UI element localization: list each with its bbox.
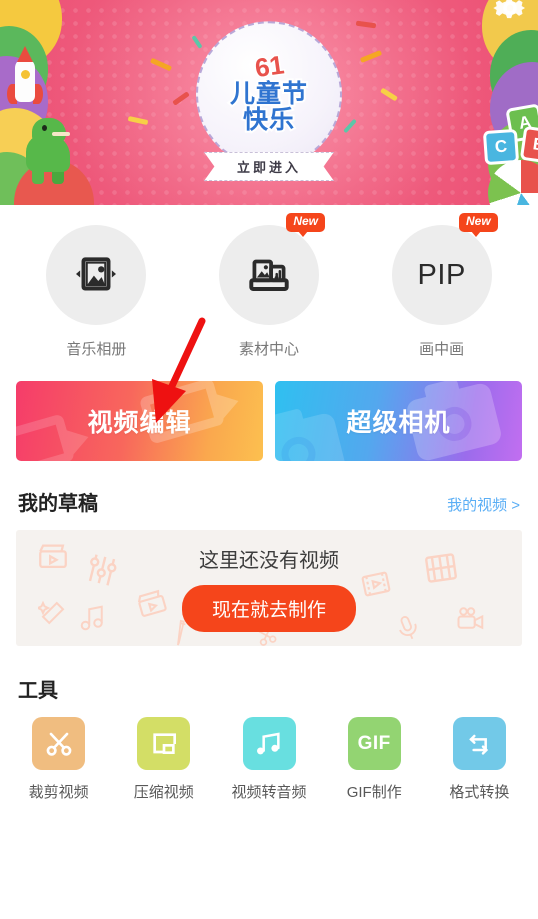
camera-icon: [275, 408, 348, 461]
rocket-icon: [7, 46, 43, 112]
tools-row: 裁剪视频 压缩视频 视频转音频 GIF GIF制作 格式转换: [0, 703, 538, 802]
feature-material-center[interactable]: New 素材中心: [183, 213, 356, 359]
feature-label: 音乐相册: [66, 341, 127, 358]
new-badge: New: [286, 213, 325, 237]
drafts-empty-card: 这里还没有视频 现在就去制作: [16, 530, 522, 646]
my-videos-link[interactable]: 我的视频 >: [447, 494, 520, 515]
children-day-banner[interactable]: A B C 61 儿童节 快乐 立即进入: [0, 0, 538, 205]
tool-format-convert[interactable]: 格式转换: [427, 717, 532, 802]
video-edit-label: 视频编辑: [87, 409, 192, 437]
feature-icon-wrap: [46, 225, 147, 325]
tool-icon-wrap: [137, 717, 191, 770]
banner-number: 61: [251, 47, 287, 84]
feature-pip[interactable]: New PIP 画中画: [355, 213, 528, 359]
tool-icon-wrap: GIF: [347, 717, 401, 770]
tool-trim-video[interactable]: 裁剪视频: [6, 717, 111, 802]
drafts-empty-text: 这里还没有视频: [199, 550, 339, 572]
feature-music-album[interactable]: 音乐相册: [10, 225, 183, 359]
music-note-icon: [80, 605, 103, 631]
video-edit-button[interactable]: 视频编辑: [16, 381, 263, 461]
dinosaur-icon: [22, 112, 82, 186]
format-convert-icon: [469, 734, 489, 755]
banner-title-line2: 快乐: [241, 105, 296, 136]
tool-gif-maker[interactable]: GIF GIF制作: [322, 717, 427, 802]
photo-album-icon: [76, 257, 117, 291]
feature-label: 素材中心: [239, 341, 300, 358]
feature-row: 音乐相册 New 素材中心 New PIP 画中画: [0, 205, 538, 359]
tool-icon-wrap: [452, 717, 506, 770]
tool-label: 压缩视频: [133, 784, 194, 801]
scissors-icon: [46, 732, 71, 756]
tool-label: 视频转音频: [231, 784, 307, 801]
film-icon: [16, 413, 76, 461]
clapperboard-icon: [137, 589, 167, 617]
pip-text-icon: PIP: [417, 258, 466, 291]
banner-enter-button[interactable]: 立即进入: [204, 152, 334, 181]
gear-icon: [493, 0, 525, 19]
microphone-icon: [399, 615, 417, 640]
super-camera-label: 超级相机: [346, 409, 451, 437]
tools-title: 工具: [18, 680, 58, 702]
feature-icon-wrap: New PIP: [391, 213, 498, 325]
gif-text-icon: GIF: [357, 732, 391, 754]
tool-icon-wrap: [242, 717, 296, 770]
feature-label: 画中画: [419, 341, 465, 358]
tool-label: GIF制作: [346, 784, 402, 801]
video-camera-icon: [457, 607, 484, 630]
film-strip-icon: [425, 553, 457, 583]
tool-video-to-audio[interactable]: 视频转音频: [216, 717, 321, 802]
super-camera-button[interactable]: 超级相机: [275, 381, 522, 461]
drafts-header: 我的草稿 我的视频 >: [0, 461, 538, 516]
video-frame-icon: [361, 571, 391, 597]
magic-wand-icon: [38, 600, 65, 625]
banner-title-line1: 儿童节: [228, 79, 309, 110]
tool-label: 裁剪视频: [28, 784, 89, 801]
tool-label: 格式转换: [449, 784, 510, 801]
create-now-button[interactable]: 现在就去制作: [181, 585, 356, 632]
app-root: A B C 61 儿童节 快乐 立即进入 音乐相册 New 素材中心 New P…: [0, 0, 538, 919]
clapperboard-icon: [39, 544, 67, 569]
feature-icon-wrap: New: [219, 213, 325, 325]
tool-icon-wrap: [32, 717, 86, 770]
sliders-icon: [88, 554, 117, 586]
tool-compress-video[interactable]: 压缩视频: [111, 717, 216, 802]
primary-action-row: 视频编辑 超级相机: [0, 359, 538, 461]
material-box-icon: [249, 259, 289, 291]
music-notes-icon: [257, 731, 280, 754]
drafts-title: 我的草稿: [18, 493, 98, 515]
compress-icon: [153, 732, 176, 754]
new-badge: New: [458, 213, 498, 237]
banner-emblem: 61 儿童节 快乐: [196, 20, 342, 167]
